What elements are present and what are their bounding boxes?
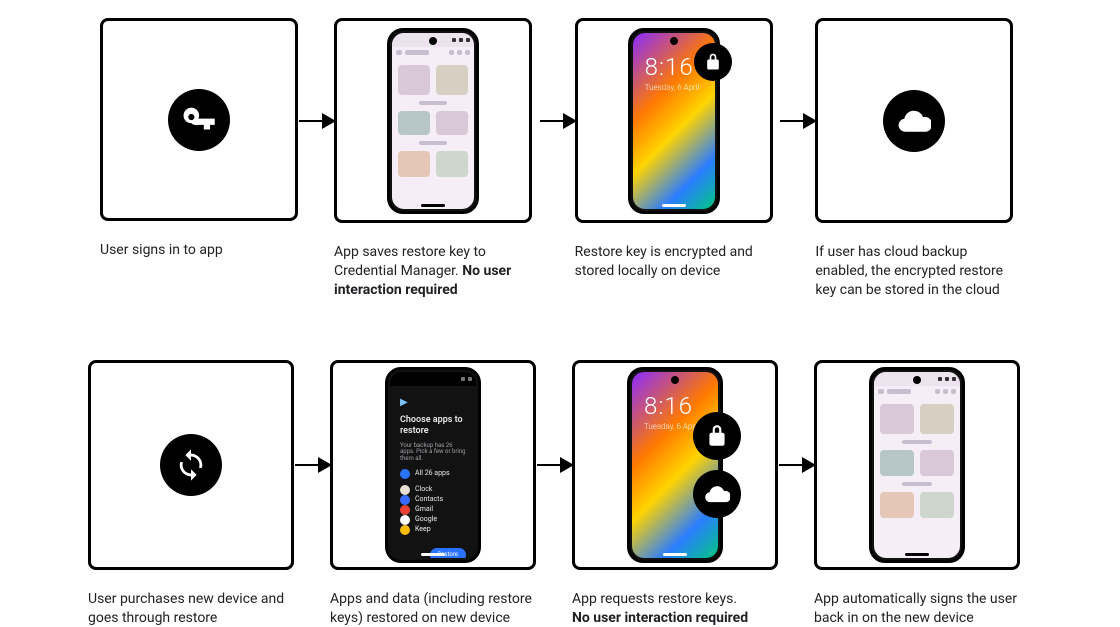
step-4-caption: If user has cloud backup enabled, the en… [815, 243, 1020, 300]
arrow [539, 18, 575, 223]
flow-row-restore: User purchases new device and goes throu… [88, 360, 1020, 627]
appbar-title [405, 50, 429, 55]
flow-row-save: User signs in to app [100, 18, 1020, 300]
restore-sub: Your backup has 26 apps. Pick a few or b… [400, 443, 466, 463]
arrow [298, 18, 334, 223]
step-8-caption: App automatically signs the user back in… [814, 590, 1020, 627]
restore-app-item: Google [400, 515, 466, 525]
step-4: If user has cloud backup enabled, the en… [815, 18, 1020, 300]
arrow [779, 18, 815, 223]
step-7-box: 8:16 Tuesday, 6 April [572, 360, 778, 570]
step-5: User purchases new device and goes throu… [88, 360, 294, 627]
restore-app-item: Keep [400, 525, 466, 535]
step-3-box: 8:16 Tuesday, 6 April [575, 18, 773, 223]
step-3: 8:16 Tuesday, 6 April Restore key is enc… [575, 18, 780, 281]
cloud-icon [693, 470, 741, 518]
phone-restore-list: ▶ Choose apps to restore Your backup has… [385, 367, 481, 563]
lock-icon [693, 412, 741, 460]
sync-icon [160, 434, 222, 496]
step-5-caption: User purchases new device and goes throu… [88, 590, 294, 627]
arrow [536, 360, 572, 570]
lock-date: Tuesday, 6 April [645, 83, 715, 94]
step-5-box [88, 360, 294, 570]
step-6: ▶ Choose apps to restore Your backup has… [330, 360, 536, 627]
step-7-caption: App requests restore keys. No user inter… [572, 590, 778, 627]
step-8-box [814, 360, 1020, 570]
arrow [294, 360, 330, 570]
restore-title: Choose apps to restore [400, 415, 466, 437]
step-8: App automatically signs the user back in… [814, 360, 1020, 627]
phone-app-screenshot [869, 367, 965, 563]
step-4-box [815, 18, 1013, 223]
restore-app-item: Contacts [400, 495, 466, 505]
step-3-caption: Restore key is encrypted and stored loca… [575, 243, 780, 281]
cloud-icon [883, 90, 945, 152]
key-icon [168, 89, 230, 151]
restore-app-item: Clock [400, 485, 466, 495]
step-1-box [100, 18, 298, 221]
step-1: User signs in to app [100, 18, 298, 260]
step-6-box: ▶ Choose apps to restore Your backup has… [330, 360, 536, 570]
step-1-caption: User signs in to app [100, 241, 298, 260]
restore-app-item: Gmail [400, 505, 466, 515]
arrow [778, 360, 814, 570]
phone-app-screenshot [387, 28, 479, 214]
lock-icon [694, 43, 732, 81]
step-2-box [334, 18, 532, 223]
step-6-caption: Apps and data (including restore keys) r… [330, 590, 536, 627]
step-2-caption: App saves restore key to Credential Mana… [334, 243, 539, 300]
step-7: 8:16 Tuesday, 6 April App requests resto… [572, 360, 778, 627]
step-2: App saves restore key to Credential Mana… [334, 18, 539, 300]
